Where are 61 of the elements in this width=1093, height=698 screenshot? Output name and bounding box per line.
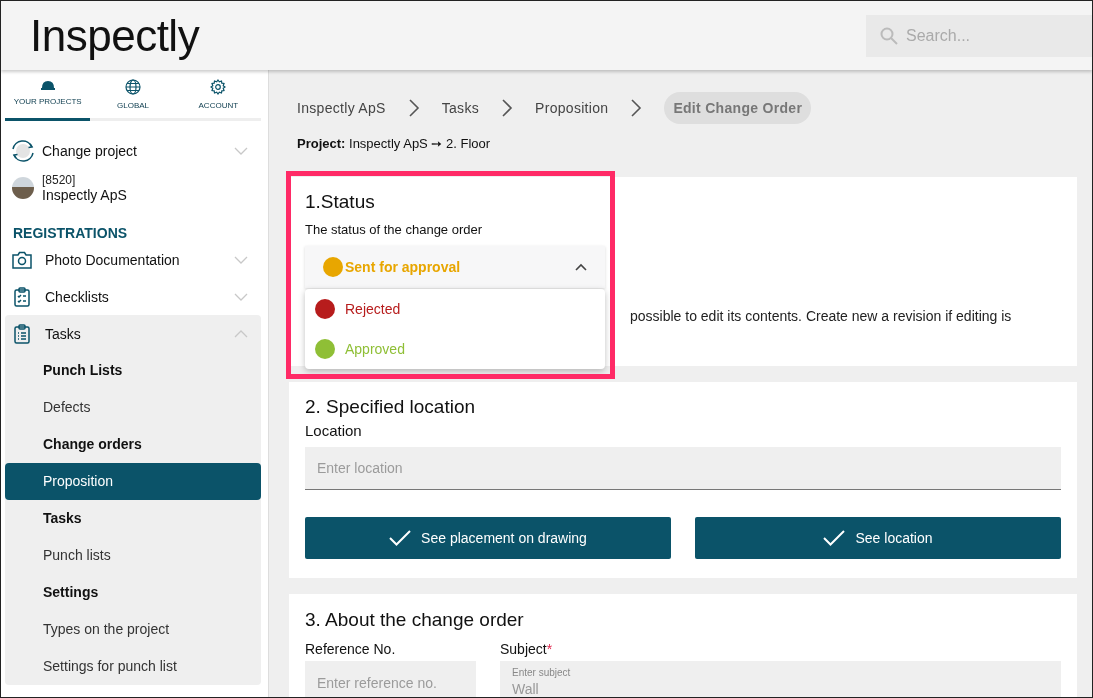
check-icon (389, 530, 412, 546)
chevron-icon (575, 263, 587, 271)
section-heading: 2. Specified location (305, 396, 477, 418)
action-button[interactable]: See placement on drawing (305, 517, 671, 559)
reference-field[interactable]: Enter reference no. (305, 661, 476, 697)
sidebar-tab[interactable]: YOUR PROJECTS (5, 79, 91, 121)
chevron-right-icon (407, 97, 420, 118)
field-label: Subject* (500, 641, 554, 657)
clipboard-icon (12, 323, 32, 344)
required-mark: * (546, 641, 553, 657)
checklist-icon (12, 286, 32, 307)
section-heading: 3. About the change order (305, 609, 525, 631)
chevron-right-icon (501, 97, 514, 118)
check-icon (823, 530, 846, 546)
action-button[interactable]: See location (695, 517, 1061, 559)
group-label: Photo Documentation (45, 251, 181, 268)
submenu-heading: Settings (42, 583, 100, 602)
notice-text: possible to edit its contents. Create new a revision if editing is (630, 308, 1012, 324)
search-field[interactable]: Search... (866, 15, 1092, 57)
chevron-icon[interactable] (234, 255, 248, 264)
chevron-right-icon (630, 97, 643, 118)
submenu-item[interactable]: Proposition (5, 463, 261, 500)
submenu-heading: Punch Lists (42, 361, 124, 380)
submenu-item[interactable]: Settings for punch list (5, 648, 261, 685)
dropdown-option[interactable]: Rejected (305, 289, 605, 329)
project-name: Inspectly ApS (42, 187, 127, 203)
breadcrumb[interactable]: Inspectly ApS (297, 99, 386, 116)
group-label: Checklists (45, 288, 110, 305)
field-label: Reference No. (305, 641, 397, 657)
sidebar-group[interactable]: Tasks (5, 315, 261, 352)
submenu-heading: Change orders (42, 435, 143, 454)
section-title: REGISTRATIONS (12, 224, 129, 241)
sidebar-group[interactable]: Checklists (5, 278, 261, 315)
breadcrumb[interactable]: Tasks (441, 99, 480, 116)
sidebar-tab[interactable]: ACCOUNT (175, 79, 261, 121)
inspectly-logo[interactable]: Inspectly (30, 11, 200, 61)
field-label: The status of the change order (305, 222, 484, 237)
sidebar-group[interactable]: Photo Documentation (5, 241, 261, 278)
submenu-item[interactable]: Punch lists (5, 537, 261, 574)
chevron-icon[interactable] (234, 147, 248, 155)
chevron-icon[interactable] (234, 329, 248, 338)
section-heading: 1.Status (305, 191, 376, 213)
hard-hat-icon (39, 79, 56, 91)
location-field[interactable]: Enter location (305, 447, 1061, 490)
project-path: Project: Inspectly ApS ➙ 2. Floor (296, 135, 492, 151)
settings-icon (210, 79, 227, 95)
refresh-icon (10, 138, 36, 164)
group-label: Tasks (45, 325, 82, 342)
breadcrumb[interactable]: Proposition (535, 99, 609, 116)
submenu-item[interactable]: Defects (5, 389, 261, 426)
project-number: [8520] (42, 173, 77, 187)
project-thumbnail (12, 177, 34, 199)
sidebar-tab[interactable]: GLOBAL (90, 79, 176, 121)
submenu-heading: Tasks (42, 509, 83, 528)
globe-icon (125, 79, 141, 95)
change-project-label[interactable]: Change project (42, 143, 228, 159)
field-label: Location (305, 422, 363, 439)
submenu-item[interactable]: Types on the project (5, 611, 261, 648)
chevron-icon[interactable] (234, 292, 248, 301)
camera-icon (12, 250, 32, 269)
search-icon (880, 27, 898, 45)
